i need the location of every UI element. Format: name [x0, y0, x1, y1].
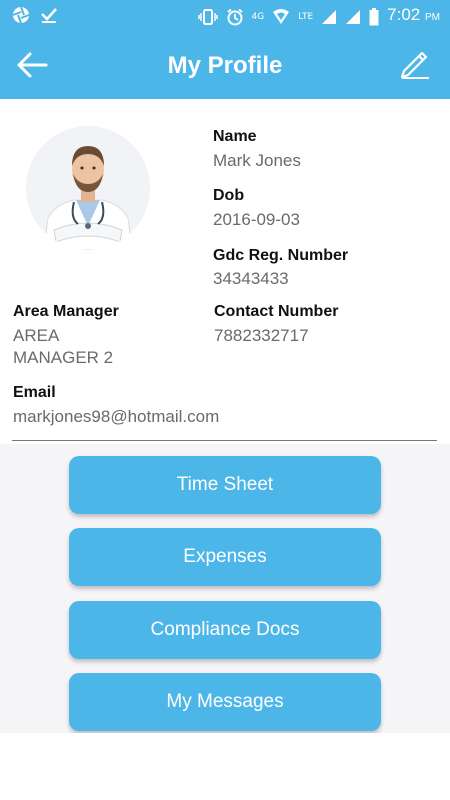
my-messages-button[interactable]: My Messages — [69, 673, 381, 731]
app-bar: My Profile — [0, 32, 450, 99]
aperture-icon — [12, 6, 30, 24]
wifi-icon — [273, 8, 290, 24]
bottom-area — [0, 733, 450, 800]
area-manager-value-line1: AREA — [13, 326, 60, 345]
dob-label: Dob — [213, 187, 245, 204]
clock-ampm: PM — [425, 12, 440, 23]
pencil-icon[interactable] — [398, 46, 432, 80]
area-manager-value-line2: MANAGER 2 — [13, 348, 114, 367]
contact-label: Contact Number — [214, 303, 339, 320]
divider — [12, 440, 437, 441]
area-manager-label: Area Manager — [13, 303, 119, 320]
time-sheet-button[interactable]: Time Sheet — [69, 456, 381, 514]
gdc-value: 34343433 — [213, 269, 289, 288]
clock-time: 7:02 — [387, 5, 421, 24]
network-lte-label: LTE — [298, 11, 314, 22]
contact-value: 7882332717 — [214, 326, 309, 345]
gdc-label: Gdc Reg. Number — [213, 247, 349, 264]
check-icon — [41, 8, 57, 23]
page-title: My Profile — [167, 52, 283, 79]
signal-icon-2 — [346, 9, 361, 24]
compliance-docs-button[interactable]: Compliance Docs — [69, 601, 381, 659]
signal-icon — [322, 9, 337, 24]
expenses-button[interactable]: Expenses — [69, 528, 381, 586]
dob-value: 2016-09-03 — [213, 210, 300, 229]
status-bar: 4G LTE 7:02 PM — [0, 0, 450, 32]
network-4g-label: 4G — [251, 11, 265, 22]
avatar — [26, 126, 150, 250]
name-value: Mark Jones — [213, 151, 301, 170]
name-label: Name — [213, 128, 257, 145]
battery-icon — [369, 7, 379, 25]
email-value: markjones98@hotmail.com — [13, 407, 220, 426]
doctor-photo — [26, 126, 150, 250]
email-label: Email — [13, 384, 56, 401]
vibrate-icon — [197, 8, 218, 25]
clock: 7:02 PM — [387, 5, 440, 28]
alarm-icon — [226, 8, 243, 25]
